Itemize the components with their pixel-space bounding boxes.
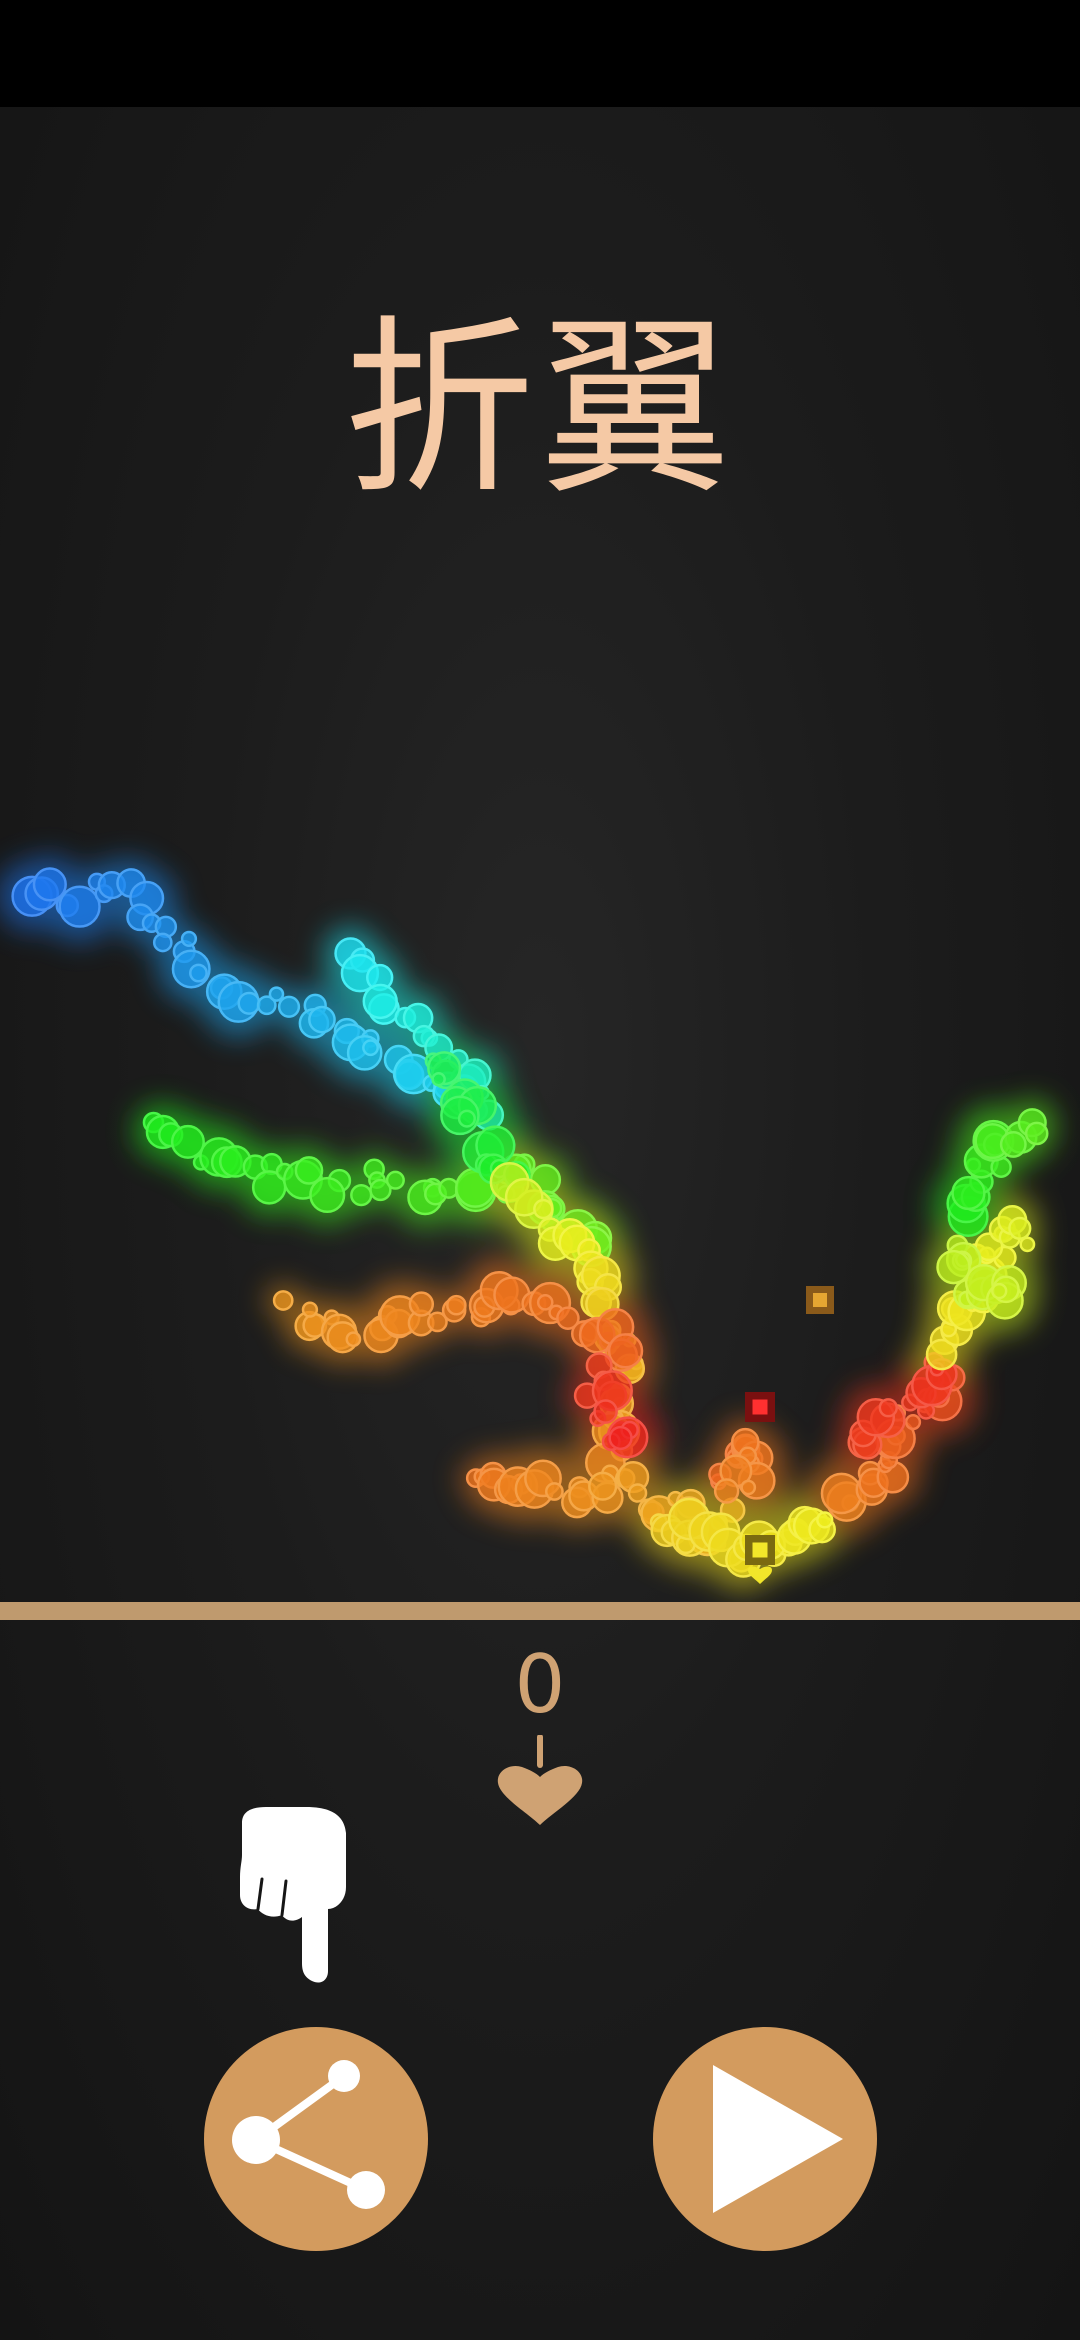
bubble: [904, 1413, 922, 1431]
bubble: [713, 1478, 740, 1504]
pickup-square-core: [813, 1293, 827, 1307]
bubble: [385, 1170, 405, 1190]
bubble: [627, 1483, 648, 1503]
bubble: [272, 1290, 294, 1311]
bubble: [431, 1071, 446, 1087]
bubble: [189, 963, 208, 983]
score-counter: 0: [514, 1638, 566, 1731]
game-screen: 折翼 0: [0, 0, 1080, 2340]
bubble: [457, 1109, 476, 1128]
bubble: [816, 1511, 834, 1529]
ground-line: [0, 1602, 1080, 1620]
bubble-trail-scene: [0, 855, 1057, 1591]
bubble: [536, 1294, 554, 1311]
bubble: [345, 1331, 362, 1348]
bubble: [301, 1301, 319, 1318]
leaf-icon: [497, 1735, 583, 1825]
bubble: [268, 986, 285, 1002]
bubble: [936, 1249, 971, 1285]
bubble: [152, 932, 173, 953]
bubble: [999, 1130, 1027, 1158]
bubble: [180, 930, 198, 948]
bubble: [820, 1472, 863, 1515]
bubble: [362, 983, 398, 1020]
bubble: [878, 1398, 898, 1418]
enemy-square-core: [752, 1399, 768, 1415]
bubble: [170, 1124, 205, 1159]
share-button[interactable]: [204, 2027, 428, 2251]
bubble: [740, 1479, 757, 1496]
bubble: [237, 991, 261, 1015]
bubble: [58, 885, 101, 928]
bubble: [32, 867, 67, 902]
bubble: [1008, 1216, 1032, 1240]
bubble: [991, 1282, 1008, 1300]
play-icon: [713, 2065, 843, 2213]
bubble: [608, 1425, 633, 1451]
bubble: [593, 1399, 618, 1424]
bubble: [308, 1005, 336, 1034]
player-square-core: [752, 1542, 768, 1558]
bubble: [544, 1482, 564, 1501]
bubble: [1024, 1121, 1049, 1146]
bubble: [277, 995, 301, 1018]
bubble: [951, 1175, 986, 1211]
bubble: [408, 1291, 435, 1317]
bubble: [362, 1039, 379, 1057]
pointing-hand-icon: [240, 1807, 346, 1983]
bubble: [607, 1333, 644, 1369]
bubble: [309, 1176, 346, 1214]
play-button[interactable]: [653, 2027, 877, 2251]
bubble: [588, 1471, 618, 1501]
bubble: [446, 1294, 467, 1316]
bubble: [1019, 1236, 1036, 1253]
bubble: [533, 1198, 554, 1220]
bubble: [350, 1184, 373, 1207]
share-icon: [232, 2060, 385, 2209]
